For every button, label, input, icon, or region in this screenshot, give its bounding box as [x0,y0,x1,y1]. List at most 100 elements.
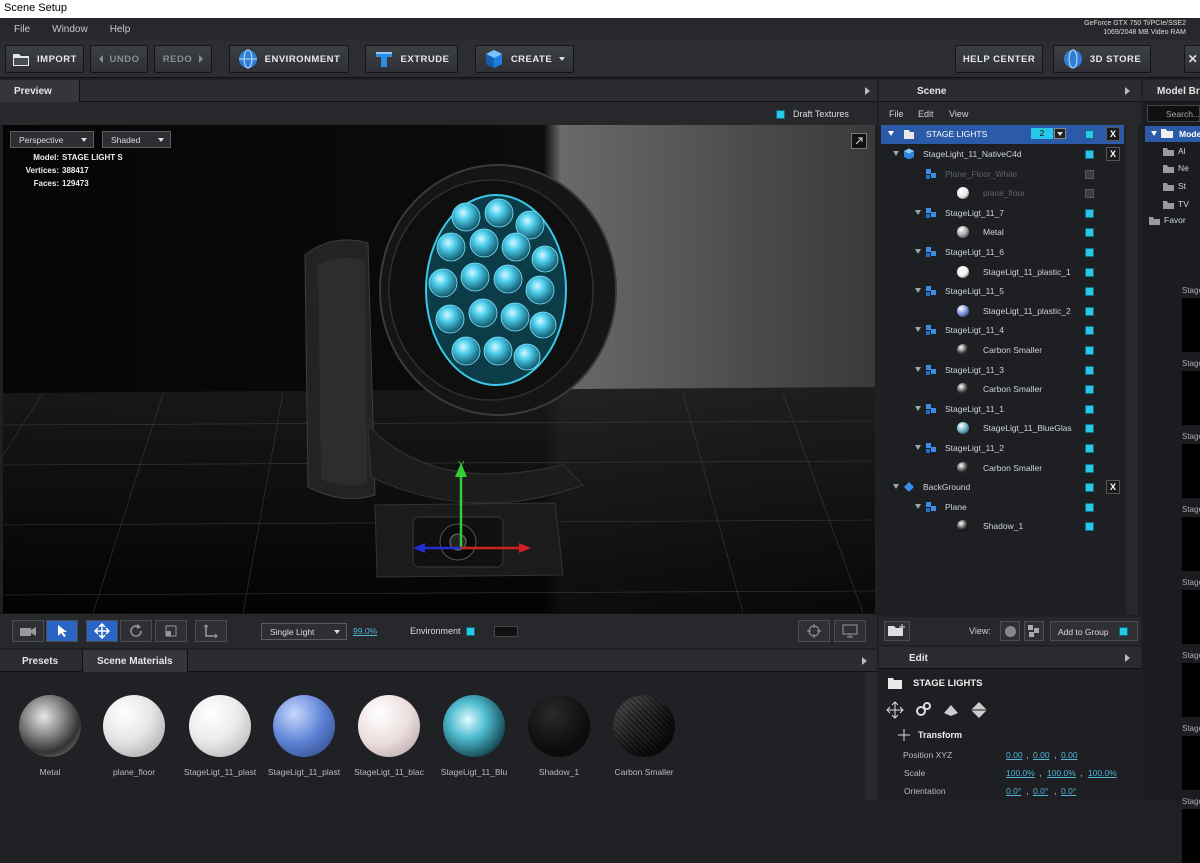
add-to-group-checkbox[interactable] [1119,627,1128,636]
material-thumbnail[interactable]: StageLigt_11_Blu [434,695,514,777]
redo-button[interactable]: REDO [154,45,212,73]
scene-item-row[interactable]: StageLigt_11_2 [881,439,1124,459]
visibility-checkbox[interactable] [1085,267,1094,277]
tab-scene-materials[interactable]: Scene Materials [82,650,188,672]
material-thumbnail[interactable]: plane_floor [94,695,174,777]
visibility-checkbox[interactable] [1085,522,1094,532]
scene-item-row[interactable]: Carbon Smaller [881,341,1124,361]
material-thumbnail[interactable]: Metal [10,695,90,777]
scene-item-row[interactable]: StageLight_11_NativeC4d X [881,145,1124,165]
gears-icon[interactable] [914,701,932,719]
model-thumbnail[interactable] [1182,809,1200,863]
view-sphere-button[interactable] [1000,621,1020,641]
close-window-button[interactable]: ✕ [1184,45,1200,73]
undo-button[interactable]: UNDO [90,45,148,73]
menu-window[interactable]: Window [38,24,96,35]
orientation-z[interactable]: 0.0° [1061,786,1076,796]
scene-item-row[interactable]: StageLigt_11_6 [881,243,1124,263]
model-tree-item[interactable]: Ne [1163,163,1189,174]
model-thumbnail[interactable] [1182,663,1200,717]
model-thumbnail[interactable] [1182,736,1200,790]
model-thumbnail[interactable] [1182,298,1200,352]
expand-triangle-icon[interactable] [893,151,899,156]
material-thumbnail[interactable]: StageLigt_11_plast [180,695,260,777]
extrude-button[interactable]: EXTRUDE [365,45,458,73]
expand-triangle-icon[interactable] [915,327,921,333]
select-tool-button[interactable] [46,620,78,642]
visibility-checkbox[interactable] [1085,326,1094,336]
expand-triangle-icon[interactable] [915,209,921,215]
scene-item-row[interactable]: Carbon Smaller [881,459,1124,479]
expand-triangle-icon[interactable] [915,366,921,372]
model-thumbnail[interactable] [1182,371,1200,425]
move-tool-button[interactable] [86,620,118,642]
3d-viewport[interactable]: Y Perspective Shaded Model: STAGE LIGHT … [3,125,875,613]
scene-item-row[interactable]: plane_floor [881,184,1124,204]
model-tree-item[interactable]: St [1163,181,1186,192]
menu-help[interactable]: Help [96,24,139,35]
group-count-dropdown[interactable] [1054,128,1066,139]
position-y[interactable]: 0.00 [1033,750,1050,760]
expand-triangle-icon[interactable] [915,288,921,294]
scene-item-row[interactable]: StageLigt_11_4 [881,321,1124,341]
screen-capture-button[interactable] [834,620,866,642]
scene-item-row[interactable]: StageLigt_11_BlueGlas [881,419,1124,439]
model-thumbnail[interactable] [1182,590,1200,644]
tab-model-browser[interactable]: Model Br [1143,80,1200,102]
scene-item-row[interactable]: BackGround X [881,478,1124,498]
camera-tool-button[interactable] [12,620,44,642]
model-tree-item[interactable]: TV [1163,199,1189,210]
scene-menu-edit[interactable]: Edit [918,109,934,119]
delete-x-icon[interactable]: X [1106,480,1120,495]
materials-scrollbar[interactable] [865,672,877,800]
move-icon[interactable] [886,701,904,719]
visibility-checkbox[interactable] [1085,385,1094,395]
position-x[interactable]: 0.00 [1006,750,1023,760]
visibility-checkbox[interactable] [1085,189,1094,199]
menu-file[interactable]: File [0,24,38,35]
model-thumbnail[interactable] [1182,517,1200,571]
environment-color-swatch[interactable] [494,626,518,637]
scene-collapse-icon[interactable] [1125,87,1130,95]
shading-dropdown[interactable]: Shaded [102,131,171,148]
focus-target-button[interactable] [798,620,830,642]
model-tree-item[interactable]: Al [1163,146,1186,157]
visibility-checkbox[interactable] [1085,248,1094,257]
scene-item-row[interactable]: Carbon Smaller [881,380,1124,400]
visibility-checkbox[interactable] [1085,130,1094,139]
material-thumbnail[interactable]: StageLigt_11_plast [264,695,344,777]
delete-x-icon[interactable]: X [1106,147,1120,161]
edit-collapse-icon[interactable] [1125,654,1130,662]
material-thumbnail[interactable]: StageLigt_11_blac [349,695,429,777]
scene-scrollbar[interactable] [1126,125,1138,615]
expand-triangle-icon[interactable] [1151,131,1157,136]
expand-triangle-icon[interactable] [915,445,921,450]
delete-x-icon[interactable]: X [1106,127,1120,141]
scale-tool-button[interactable] [155,620,187,642]
create-button[interactable]: CREATE [475,45,574,73]
visibility-checkbox[interactable] [1085,502,1094,512]
visibility-checkbox[interactable] [1085,404,1094,414]
visibility-checkbox[interactable] [1085,287,1094,297]
scale-x[interactable]: 100.0% [1006,768,1035,778]
scene-item-row[interactable]: Metal [881,223,1124,243]
light-mode-dropdown[interactable]: Single Light [261,623,347,640]
group-count-badge[interactable]: 2 [1031,128,1053,139]
light-intensity-value[interactable]: 99.0% [353,626,377,636]
visibility-checkbox[interactable] [1085,483,1094,493]
visibility-checkbox[interactable] [1085,463,1094,473]
3d-store-button[interactable]: 3D STORE [1053,45,1151,73]
orientation-x[interactable]: 0.0° [1006,786,1021,796]
position-z[interactable]: 0.00 [1061,750,1078,760]
new-folder-button[interactable] [884,621,910,641]
axis-tool-button[interactable] [195,620,227,642]
visibility-checkbox[interactable] [1085,228,1094,238]
environment-checkbox[interactable] [466,627,475,636]
visibility-checkbox[interactable] [1085,150,1094,159]
scene-menu-view[interactable]: View [949,109,968,119]
orientation-y[interactable]: 0.0° [1033,786,1048,796]
scene-menu-file[interactable]: File [889,109,904,119]
material-thumbnail[interactable]: Shadow_1 [519,695,599,777]
import-button[interactable]: IMPORT [5,45,84,73]
help-center-button[interactable]: HELP CENTER [955,45,1043,73]
